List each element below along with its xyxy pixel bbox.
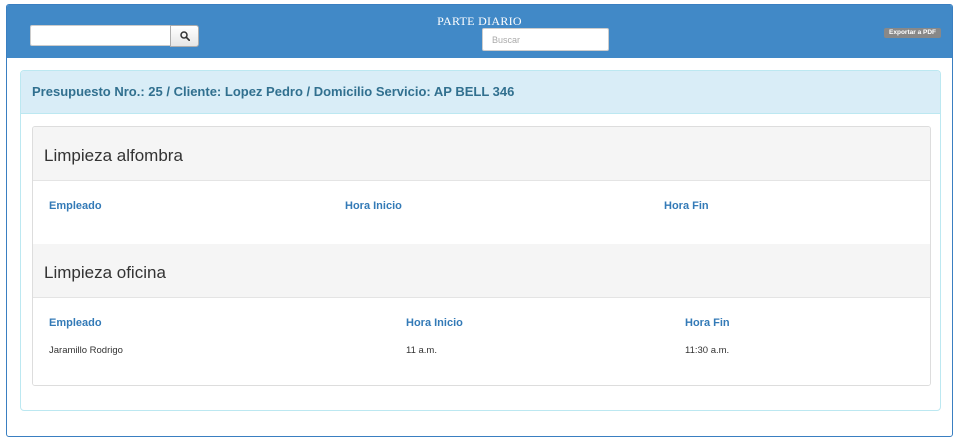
column-header-hora-inicio: Hora Inicio (406, 317, 463, 329)
buscar-input[interactable] (482, 28, 609, 51)
search-icon (179, 31, 190, 41)
table-cell-hora-fin: 11:30 a.m. (685, 345, 730, 356)
section-title-limpieza-oficina: Limpieza oficina (33, 244, 930, 298)
column-header-hora-fin: Hora Fin (664, 200, 709, 212)
section-table-limpieza-oficina: Empleado Hora Inicio Hora Fin Jaramillo … (33, 298, 930, 385)
table-cell-empleado: Jaramillo Rodrigo (49, 345, 123, 356)
section-title-limpieza-alfombra: Limpieza alfombra (33, 127, 930, 181)
services-panel: Limpieza alfombra Empleado Hora Inicio H… (32, 126, 931, 386)
presupuesto-panel: Presupuesto Nro.: 25 / Cliente: Lopez Pe… (20, 70, 941, 411)
app-window: PARTE DIARIO Exportar a PDF Presupuesto … (6, 4, 953, 437)
table-cell-hora-inicio: 11 a.m. (406, 345, 437, 356)
export-pdf-button[interactable]: Exportar a PDF (884, 28, 941, 38)
page-title: PARTE DIARIO (437, 14, 522, 28)
section-table-limpieza-alfombra: Empleado Hora Inicio Hora Fin (33, 181, 930, 244)
column-header-hora-inicio: Hora Inicio (345, 200, 402, 212)
column-header-empleado: Empleado (49, 200, 102, 212)
column-header-hora-fin: Hora Fin (685, 317, 730, 329)
presupuesto-heading: Presupuesto Nro.: 25 / Cliente: Lopez Pe… (21, 71, 940, 114)
column-header-empleado: Empleado (49, 317, 102, 329)
top-navbar: PARTE DIARIO Exportar a PDF (7, 5, 952, 58)
